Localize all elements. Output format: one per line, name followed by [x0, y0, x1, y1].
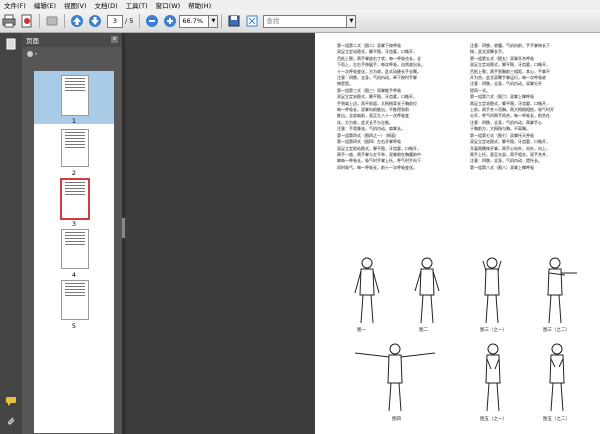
- close-panel-button[interactable]: x: [111, 36, 118, 43]
- figure-2: [414, 257, 440, 324]
- save-icon: [228, 15, 240, 27]
- figure-caption: 图四: [392, 417, 401, 422]
- figure-3a: [482, 257, 502, 324]
- print-button[interactable]: [1, 13, 17, 29]
- search-dropdown[interactable]: ▼: [347, 14, 357, 28]
- text-column-right: 注意：四肢，收腹，气机向前，手手掌伸长下 按，此式双臂长手。 第一组第五式（图五）双…: [470, 43, 590, 171]
- page-thumbnail-2[interactable]: 2: [34, 127, 114, 179]
- figure-1: [354, 257, 380, 324]
- fit-page-button[interactable]: [244, 13, 260, 29]
- thumbnail-label: 3: [71, 220, 77, 228]
- save-button[interactable]: [226, 13, 242, 29]
- figure-caption: 图三（之二）: [543, 328, 570, 333]
- zoom-out-icon: [146, 15, 159, 27]
- zoom-in-button[interactable]: [162, 13, 178, 29]
- thumbnail-label: 4: [71, 271, 77, 279]
- pages-panel-title: 页面: [26, 37, 39, 45]
- canvas-background: [125, 33, 315, 434]
- create-pdf-icon: [21, 14, 32, 28]
- collaborate-button[interactable]: [44, 13, 60, 29]
- thumbnail-image: [61, 229, 89, 269]
- toolbar-divider: [221, 14, 223, 28]
- thumbnail-image: [60, 178, 90, 220]
- zoom-level-field[interactable]: 66.7%: [179, 14, 210, 28]
- figure-caption: 图二: [419, 328, 428, 333]
- next-page-button[interactable]: [87, 13, 103, 29]
- menu-tools[interactable]: 工具(T): [122, 0, 152, 10]
- figure-caption: 图一: [357, 328, 366, 333]
- text-line: 第一组第八式（图八）双掌上撑呼吸: [470, 164, 534, 170]
- comment-icon[interactable]: [4, 394, 18, 408]
- thumbnail-label: 1: [71, 117, 77, 125]
- options-icon: [27, 51, 37, 57]
- arrow-up-icon: [71, 15, 83, 27]
- text-line: 同时吸气，每一呼吸长，前十一次呼吸变化。: [337, 164, 417, 170]
- printer-icon: [2, 14, 16, 28]
- pages-icon[interactable]: [4, 37, 18, 51]
- menu-help[interactable]: 帮助(H): [184, 0, 215, 10]
- zoom-out-button[interactable]: [144, 13, 160, 29]
- menu-file[interactable]: 文件(F): [0, 0, 30, 10]
- figure-3b: [547, 257, 577, 324]
- zoom-dropdown[interactable]: ▼: [209, 14, 219, 28]
- document-canvas[interactable]: 第一组第二式（图二）双掌下按呼吸 双足立定站稳式，脚平稳，牙齿要，口微开， 舌抵上颚…: [125, 33, 600, 434]
- arrow-down-icon: [89, 15, 101, 27]
- create-pdf-button[interactable]: [19, 13, 35, 29]
- toolbar-divider: [39, 14, 40, 28]
- thumbnail-label: 5: [71, 322, 77, 330]
- thumbnail-image: [61, 280, 89, 320]
- page-thumbnail-1[interactable]: 1: [34, 75, 114, 127]
- thumbnail-label: 2: [71, 169, 77, 177]
- figure-caption: 图三（之一）: [480, 328, 507, 333]
- figure-caption: 图五（之一）: [480, 417, 507, 422]
- pages-panel-header: 页面 x: [22, 33, 122, 47]
- thumbnail-image: [61, 75, 89, 116]
- figure-5b: [549, 343, 565, 412]
- search-input[interactable]: 查找: [263, 14, 348, 28]
- page-number-input[interactable]: 3: [107, 14, 123, 28]
- exercise-figures-bottom: [354, 343, 565, 412]
- page-total: / 5: [125, 17, 134, 25]
- panel-options[interactable]: [22, 47, 122, 61]
- toolbar-divider: [139, 14, 141, 28]
- document-page: 第一组第二式（图二）双掌下按呼吸 双足立定站稳式，脚平稳，牙齿要，口微开， 舌抵上颚…: [315, 33, 600, 434]
- menu-edit[interactable]: 编辑(E): [30, 0, 60, 10]
- toolbar: 3 / 5 66.7% ▼ 查找 ▼: [0, 10, 600, 33]
- menu-window[interactable]: 窗口(W): [152, 0, 185, 10]
- exercise-figures-top: [354, 257, 577, 324]
- pages-panel: 页面 x 1 2 3 4 5: [22, 33, 122, 434]
- menu-view[interactable]: 视图(V): [60, 0, 91, 10]
- figure-caption: 图五（之二）: [543, 417, 570, 422]
- navigation-rail: [0, 33, 22, 434]
- toolbar-divider: [64, 14, 65, 28]
- page-thumbnail-5[interactable]: 5: [34, 280, 114, 332]
- fit-page-icon: [246, 15, 258, 27]
- text-column-left: 第一组第二式（图二）双掌下按呼吸 双足立定站稳式，脚平稳，牙齿要，口微开， 舌抵上颚…: [337, 43, 457, 171]
- zoom-in-icon: [164, 15, 177, 27]
- attachment-icon[interactable]: [4, 414, 18, 428]
- figure-5a: [485, 343, 501, 412]
- previous-page-button[interactable]: [69, 13, 85, 29]
- thumbnail-list[interactable]: 1 2 3 4 5: [34, 71, 114, 433]
- collaborate-icon: [46, 16, 58, 26]
- page-thumbnail-4[interactable]: 4: [34, 229, 114, 281]
- figure-4: [354, 343, 436, 412]
- menu-bar: 文件(F) 编辑(E) 视图(V) 文档(D) 工具(T) 窗口(W) 帮助(H…: [0, 0, 600, 10]
- thumbnail-image: [61, 129, 89, 167]
- page-thumbnail-3[interactable]: 3: [34, 178, 114, 230]
- menu-document[interactable]: 文档(D): [91, 0, 122, 10]
